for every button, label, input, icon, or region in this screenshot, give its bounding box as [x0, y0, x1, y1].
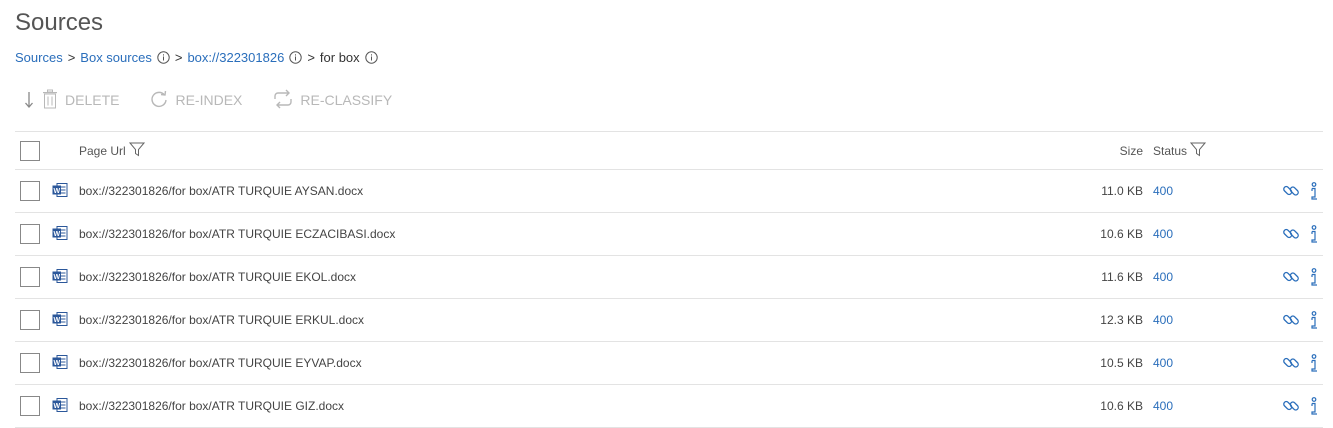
repeat-icon: [272, 89, 300, 112]
table-row: W box://322301826/for box/ATR TURQUIE EC…: [15, 212, 1323, 256]
select-all-checkbox[interactable]: [20, 140, 40, 161]
table-row: W box://322301826/for box/ATR TURQUIE GI…: [15, 384, 1323, 428]
refresh-icon: [149, 89, 175, 112]
link-icon[interactable]: [1282, 354, 1300, 372]
filter-icon[interactable]: [1187, 141, 1207, 160]
trash-icon: [41, 89, 65, 112]
info-icon[interactable]: [1309, 354, 1319, 372]
row-checkbox[interactable]: [20, 267, 40, 287]
reindex-button[interactable]: RE-INDEX: [149, 89, 242, 112]
pages-table: Page Url Size Status W box://322301826/f…: [15, 131, 1323, 428]
breadcrumb-separator: >: [174, 50, 183, 65]
link-icon[interactable]: [1282, 268, 1300, 286]
file-size: 10.6 KB: [1100, 399, 1143, 413]
file-size: 11.0 KB: [1101, 184, 1143, 198]
file-size: 11.6 KB: [1101, 270, 1143, 284]
reclassify-button[interactable]: RE-CLASSIFY: [272, 89, 392, 112]
breadcrumb: Sources > Box sources > box://322301826 …: [15, 50, 378, 65]
svg-text:W: W: [53, 230, 60, 237]
word-doc-icon: W: [52, 225, 68, 241]
file-size: 10.6 KB: [1100, 227, 1143, 241]
breadcrumb-separator: >: [67, 50, 76, 65]
row-checkbox[interactable]: [20, 353, 40, 373]
svg-text:W: W: [53, 402, 60, 409]
breadcrumb-separator: >: [307, 50, 315, 65]
toolbar: DELETE RE-INDEX RE-CLASSIFY: [15, 86, 422, 114]
info-icon[interactable]: [1309, 182, 1319, 200]
info-icon[interactable]: [1309, 311, 1319, 329]
link-icon[interactable]: [1282, 182, 1300, 200]
page-url: box://322301826/for box/ATR TURQUIE GIZ.…: [79, 399, 345, 413]
word-doc-icon: W: [52, 268, 68, 284]
status-link[interactable]: 400: [1153, 356, 1173, 370]
page-title: Sources: [15, 9, 104, 36]
info-icon[interactable]: [364, 51, 378, 64]
status-link[interactable]: 400: [1153, 313, 1173, 327]
breadcrumb-sources-link[interactable]: Sources: [15, 50, 63, 65]
delete-label: DELETE: [65, 92, 120, 108]
row-checkbox[interactable]: [20, 224, 40, 244]
info-icon[interactable]: [1309, 268, 1319, 286]
row-checkbox[interactable]: [20, 181, 40, 201]
table-header-row: Page Url Size Status: [15, 131, 1323, 170]
link-icon[interactable]: [1282, 397, 1300, 415]
filter-icon[interactable]: [126, 141, 145, 160]
status-link[interactable]: 400: [1153, 270, 1173, 284]
word-doc-icon: W: [52, 354, 68, 370]
info-icon[interactable]: [1309, 225, 1319, 243]
svg-text:W: W: [53, 273, 60, 280]
table-row: W box://322301826/for box/ATR TURQUIE AY…: [15, 169, 1323, 213]
page-url: box://322301826/for box/ATR TURQUIE AYSA…: [79, 184, 364, 198]
breadcrumb-source-id-link[interactable]: box://322301826: [187, 50, 284, 65]
info-icon[interactable]: [289, 51, 303, 64]
svg-text:W: W: [53, 316, 60, 323]
status-header[interactable]: Status: [1153, 144, 1187, 158]
info-icon[interactable]: [1309, 397, 1319, 415]
breadcrumb-box-sources-link[interactable]: Box sources: [80, 50, 152, 65]
status-link[interactable]: 400: [1153, 227, 1173, 241]
word-doc-icon: W: [52, 182, 68, 198]
status-link[interactable]: 400: [1153, 399, 1173, 413]
delete-button[interactable]: DELETE: [41, 89, 119, 112]
word-doc-icon: W: [52, 311, 68, 327]
link-icon[interactable]: [1282, 311, 1300, 329]
sort-icon[interactable]: [23, 88, 35, 113]
page-url: box://322301826/for box/ATR TURQUIE EKOL…: [79, 270, 357, 284]
table-row: W box://322301826/for box/ATR TURQUIE EY…: [15, 341, 1323, 385]
reindex-label: RE-INDEX: [175, 92, 243, 108]
file-size: 12.3 KB: [1100, 313, 1143, 327]
reclassify-label: RE-CLASSIFY: [300, 92, 393, 108]
page-url: box://322301826/for box/ATR TURQUIE ECZA…: [79, 227, 396, 241]
file-size: 10.5 KB: [1100, 356, 1143, 370]
table-row: W box://322301826/for box/ATR TURQUIE EK…: [15, 255, 1323, 299]
page-url-header[interactable]: Page Url: [79, 144, 126, 158]
size-header[interactable]: Size: [1120, 144, 1143, 158]
row-checkbox[interactable]: [20, 396, 40, 416]
row-checkbox[interactable]: [20, 310, 40, 330]
page-url: box://322301826/for box/ATR TURQUIE ERKU…: [79, 313, 365, 327]
page-url: box://322301826/for box/ATR TURQUIE EYVA…: [79, 356, 362, 370]
table-row: W box://322301826/for box/ATR TURQUIE ER…: [15, 298, 1323, 342]
word-doc-icon: W: [52, 397, 68, 413]
link-icon[interactable]: [1282, 225, 1300, 243]
svg-text:W: W: [53, 359, 60, 366]
breadcrumb-current: for box: [319, 50, 360, 65]
info-icon[interactable]: [157, 51, 170, 64]
svg-text:W: W: [53, 187, 60, 194]
status-link[interactable]: 400: [1153, 184, 1173, 198]
